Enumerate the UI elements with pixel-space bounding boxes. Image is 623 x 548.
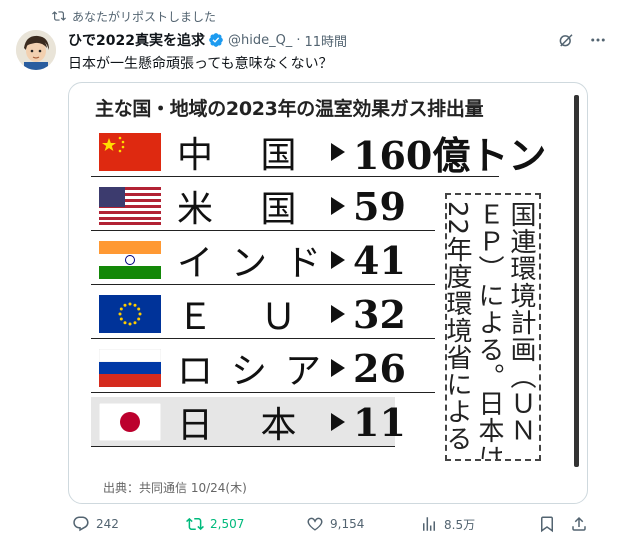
views-chart-icon <box>423 517 435 531</box>
more-options-icon[interactable] <box>589 31 607 49</box>
share-button[interactable] <box>570 515 588 533</box>
avatar[interactable] <box>16 30 56 70</box>
country-label: インド <box>177 243 340 284</box>
russia-flag-icon <box>99 349 161 387</box>
arrow-marker <box>331 305 345 323</box>
japan-flag-icon <box>99 403 161 441</box>
like-count: 9,154 <box>330 517 365 531</box>
emission-value: 160億トン <box>353 132 547 178</box>
india-flag-icon <box>99 241 161 279</box>
heart-icon <box>307 517 323 531</box>
tweet-timestamp[interactable]: 11時間 <box>304 31 347 50</box>
tweet-text: 日本が一生懸命頑張っても意味なくない？ <box>68 56 333 72</box>
arrow-marker <box>331 413 345 431</box>
emission-row-russia: ロシア 26 <box>91 343 435 393</box>
avatar-illustration <box>16 30 56 70</box>
tweet-media-image[interactable]: 主な国・地域の2023年の温室効果ガス排出量 中 国 160億トン 米 国 59… <box>68 82 588 504</box>
emission-row-eu: Ｅ Ｕ 32 <box>91 289 435 339</box>
reply-icon <box>73 516 89 532</box>
note-column: 国連環境計画（ＵＮ <box>506 201 536 444</box>
repost-banner: あなたがリポストしました <box>52 8 216 24</box>
emission-value: 11 <box>353 399 406 445</box>
emission-value: 32 <box>353 291 406 337</box>
country-label: ロシア <box>177 351 340 392</box>
country-label: 米 国 <box>177 189 315 230</box>
emission-row-japan: 日 本 11 <box>91 397 406 447</box>
emissions-infographic: 主な国・地域の2023年の温室効果ガス排出量 中 国 160億トン 米 国 59… <box>91 89 581 497</box>
repost-button[interactable]: 2,507 <box>186 515 244 533</box>
source-note-box: 国連環境計画（ＵＮ ＥＰ）による。日本は 22年度環境省による <box>445 193 541 461</box>
author-name[interactable]: ひで2022真実を追求 <box>68 30 205 50</box>
emission-value: 41 <box>353 237 406 283</box>
arrow-marker <box>331 197 345 215</box>
tweet-header: ひで2022真実を追求 @hide_Q_ · 11時間 <box>68 30 607 50</box>
emission-value: 26 <box>353 345 406 391</box>
reply-count: 242 <box>96 517 119 531</box>
image-source-credit: 出典：共同通信 10/24(木) <box>103 481 247 495</box>
repost-icon <box>186 517 204 531</box>
verified-badge-icon <box>209 33 223 47</box>
grok-icon[interactable] <box>557 31 575 49</box>
country-label: 日 本 <box>177 405 315 446</box>
eu-flag-icon <box>99 295 161 333</box>
arrow-marker <box>331 143 345 161</box>
usa-flag-icon <box>99 187 161 225</box>
emission-row-india: インド 41 <box>91 235 435 285</box>
author-handle[interactable]: @hide_Q_ <box>228 33 292 48</box>
country-label: 中 国 <box>177 135 315 176</box>
reply-button[interactable]: 242 <box>72 515 119 533</box>
bookmark-icon <box>541 516 553 533</box>
emission-row-usa: 米 国 59 <box>91 181 435 231</box>
infographic-side-bar <box>574 95 579 467</box>
arrow-marker <box>331 251 345 269</box>
bookmark-button[interactable] <box>538 515 556 533</box>
repost-count: 2,507 <box>210 517 245 531</box>
note-column: ＥＰ）による。日本は <box>474 201 504 461</box>
views-button[interactable]: 8.5万 <box>420 515 475 533</box>
emission-row-china: 中 国 160億トン <box>91 127 546 178</box>
views-count: 8.5万 <box>444 517 476 532</box>
tweet-action-bar: 242 2,507 9,154 8.5万 <box>68 512 598 536</box>
infographic-title: 主な国・地域の2023年の温室効果ガス排出量 <box>95 97 484 120</box>
like-button[interactable]: 9,154 <box>306 515 364 533</box>
arrow-marker <box>331 359 345 377</box>
country-label: Ｅ Ｕ <box>177 297 315 338</box>
note-column: 22年度環境省による <box>445 201 472 453</box>
separator-dot: · <box>296 32 301 48</box>
share-icon <box>572 516 586 531</box>
repost-icon <box>52 11 66 21</box>
china-flag-icon <box>99 133 161 171</box>
repost-banner-text: あなたがリポストしました <box>72 9 217 24</box>
emission-value: 59 <box>353 183 406 229</box>
